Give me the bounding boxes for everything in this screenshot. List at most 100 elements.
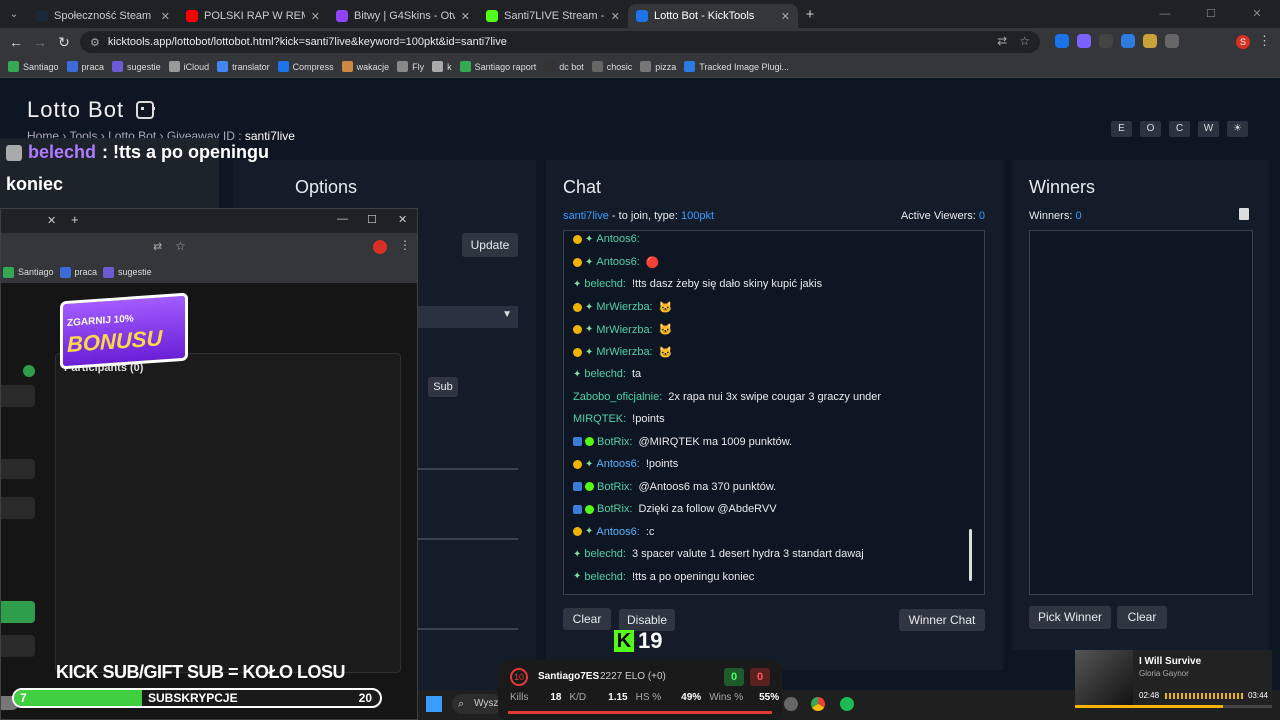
bookmark-label: wakacje <box>356 61 390 72</box>
bookmark-item[interactable]: wakacje <box>341 61 390 72</box>
overlay-bookmark-item[interactable]: Santiago <box>3 266 54 278</box>
profile-avatar[interactable]: S <box>1236 35 1250 49</box>
overlay-new-tab-icon[interactable]: + <box>71 212 79 227</box>
badge-icon <box>573 527 582 536</box>
windows-start-icon[interactable] <box>426 696 442 712</box>
overlay-bookmark-item[interactable]: sugestie <box>103 266 152 278</box>
badge-icon <box>573 234 582 244</box>
overlay-close-icon[interactable]: ✕ <box>398 213 407 226</box>
info-icon <box>23 365 35 377</box>
forward-icon[interactable]: → <box>28 34 52 50</box>
overlay-profile-avatar[interactable] <box>373 240 387 254</box>
browser-tab[interactable]: POLSKI RAP W REMIX ✕ <box>178 4 328 28</box>
overlay-maximize-icon[interactable]: ☐ <box>367 213 377 226</box>
bookmark-item[interactable]: Fly <box>397 61 424 72</box>
overlay-star-icon[interactable]: ☆ <box>175 239 186 253</box>
chat-clear-button[interactable]: Clear <box>563 608 611 630</box>
tab-title: POLSKI RAP W REMIX <box>204 10 305 22</box>
chat-text: Dzięki za follow @AbdeRVV <box>638 503 777 515</box>
top-button[interactable]: O <box>1140 121 1161 137</box>
tab-list-button[interactable]: ⌄ <box>0 0 28 28</box>
winner-chat-button[interactable]: Winner Chat <box>899 609 985 631</box>
active-viewers-count: 0 <box>978 210 985 222</box>
winners-clear-button[interactable]: Clear <box>1117 606 1167 629</box>
overlay-control[interactable] <box>1 635 35 657</box>
chrome-icon[interactable] <box>811 697 825 711</box>
update-button[interactable]: Update <box>462 233 518 257</box>
taskbar-app-icon[interactable] <box>784 697 798 711</box>
bookmark-label: Santiago <box>18 267 54 277</box>
tab-close-icon[interactable]: ✕ <box>781 10 790 23</box>
tab-close-icon[interactable]: ✕ <box>461 10 470 23</box>
top-button[interactable]: W <box>1198 121 1219 137</box>
browser-tab[interactable]: Lotto Bot - KickTools ✕ <box>628 4 798 28</box>
bookmark-item[interactable]: praca <box>66 61 104 72</box>
bookmark-item[interactable]: chosic <box>591 61 633 72</box>
extension-icon[interactable] <box>1055 34 1069 48</box>
bookmark-item[interactable]: pizza <box>640 61 676 72</box>
bookmark-item[interactable]: Santiago raport <box>459 61 537 72</box>
maximize-icon[interactable]: ☐ <box>1188 0 1234 28</box>
taskbar-search[interactable]: ⌕ Wysz <box>452 694 502 714</box>
now-playing-widget: I Will Survive Gloria Gaynor 02:48 03:44 <box>1075 650 1272 708</box>
tab-close-icon[interactable]: ✕ <box>161 10 170 23</box>
overlay-minimize-icon[interactable]: — <box>337 213 348 225</box>
overlay-green-button[interactable] <box>1 601 35 623</box>
bookmark-item[interactable]: k <box>432 61 452 72</box>
back-icon[interactable]: ← <box>4 34 28 50</box>
overlay-control[interactable] <box>1 497 35 519</box>
overlay-control[interactable] <box>1 385 35 407</box>
verified-badge-icon <box>585 482 594 491</box>
chat-message: Zabobo_oficjalnie: 2x rapa nui 3x swipe c… <box>573 391 881 403</box>
minimize-icon[interactable]: — <box>1142 0 1188 28</box>
overlay-tab-close-icon[interactable]: ✕ <box>47 214 56 227</box>
tab-close-icon[interactable]: ✕ <box>311 10 320 23</box>
chat-scrollbar[interactable] <box>969 529 972 581</box>
extension-icon[interactable] <box>1077 34 1091 48</box>
site-info-icon[interactable]: ⚙ <box>90 36 100 49</box>
browser-tab[interactable]: Bitwy | G4Skins - Otwieraj skrzy ✕ <box>328 4 478 28</box>
chat-box[interactable]: ✦ Antoos6: ✦ Antoos6: 🔴 ✦ belechd: !tts dasz że… <box>563 230 985 595</box>
chat-message: BotRix: Dzięki za follow @AbdeRVV <box>573 503 777 515</box>
bookmark-item[interactable]: Compress <box>277 61 334 72</box>
menu-dots-icon[interactable]: ⋮ <box>1258 33 1271 49</box>
bookmark-item[interactable]: iCloud <box>168 61 209 72</box>
tab-close-icon[interactable]: ✕ <box>611 10 620 23</box>
top-button[interactable]: ☀ <box>1227 121 1248 137</box>
spotify-icon[interactable] <box>840 697 854 711</box>
address-bar[interactable]: ⚙ kicktools.app/lottobot/lottobot.html?k… <box>80 31 1040 53</box>
extension-icon[interactable] <box>1121 34 1135 48</box>
new-tab-button[interactable]: + <box>798 6 822 23</box>
browser-tab[interactable]: Santi7LIVE Stream - Watch Live ✕ <box>478 4 628 28</box>
overlay-translate-icon[interactable]: ⇄ <box>153 240 162 253</box>
reload-icon[interactable]: ↻ <box>52 34 76 51</box>
top-button[interactable]: E <box>1111 121 1132 137</box>
overlay-select[interactable] <box>1 459 35 479</box>
pick-winner-button[interactable]: Pick Winner <box>1029 606 1111 629</box>
extension-icon[interactable] <box>1099 34 1113 48</box>
close-window-icon[interactable]: ✕ <box>1234 0 1280 28</box>
bookmark-item[interactable]: translator <box>217 61 270 72</box>
badge-icon <box>573 325 582 334</box>
sub-button[interactable]: Sub <box>428 377 458 397</box>
bookmark-item[interactable]: sugestie <box>112 61 161 72</box>
overlay-menu-icon[interactable]: ⋮ <box>399 238 411 252</box>
overlay-bookmark-item[interactable]: praca <box>59 266 97 278</box>
bookmark-star-icon[interactable]: ☆ <box>1019 34 1030 48</box>
chat-nick: belechd: <box>584 368 626 380</box>
bookmark-item[interactable]: dc bot <box>544 61 584 72</box>
copy-icon[interactable] <box>1239 208 1249 220</box>
bookmark-label: Santiago raport <box>474 61 537 72</box>
bookmark-item[interactable]: Santiago <box>8 61 59 72</box>
bookmark-label: k <box>447 61 452 72</box>
translate-icon[interactable]: ⇄ <box>997 34 1007 48</box>
puzzle-icon[interactable] <box>1165 34 1179 48</box>
chat-text: :c <box>645 525 655 538</box>
bookmark-icon <box>591 61 603 72</box>
options-select[interactable]: ▼ <box>418 306 518 328</box>
browser-tab[interactable]: Społeczność Steam :: Santiago ✕ <box>28 4 178 28</box>
extension-icon[interactable] <box>1143 34 1157 48</box>
bookmark-item[interactable]: Tracked Image Plugi... <box>684 61 789 72</box>
top-button[interactable]: C <box>1169 121 1190 137</box>
bookmark-label: chosic <box>606 61 633 72</box>
